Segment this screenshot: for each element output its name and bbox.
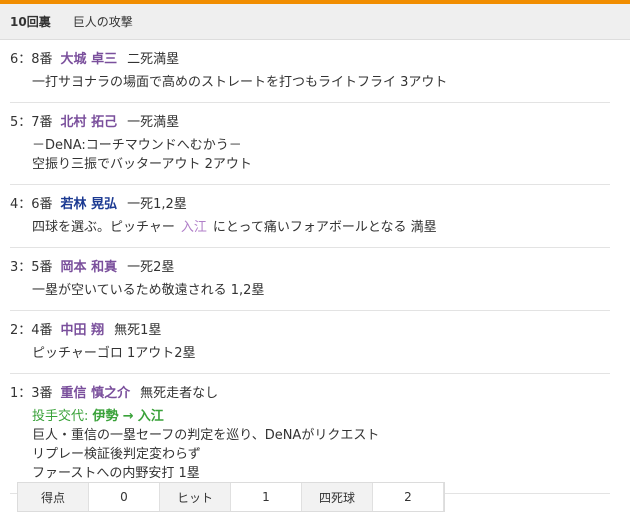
stat-value-walks: 2: [372, 483, 444, 511]
runner-status: 一死満塁: [127, 115, 180, 130]
inning-stats: 得点 0 ヒット 1 四死球 2: [17, 482, 445, 512]
batter-name-link[interactable]: 重信 慎之介: [61, 385, 131, 403]
event-list: 6：8番 大城 卓三 二死満塁 一打サヨナラの場面で高めのストレートを打つもライ…: [0, 40, 630, 494]
batter-order: 6：8番: [10, 52, 53, 67]
batter-order: 4：6番: [10, 197, 53, 212]
pitcher-change-label: 投手交代:: [32, 409, 89, 424]
batter-order: 3：5番: [10, 260, 53, 275]
batter-name-link[interactable]: 大城 卓三: [61, 51, 118, 69]
event-item: 4：6番 若林 晃弘 一死1,2塁 四球を選ぶ。ピッチャー 入江 にとって痛いフォア…: [10, 185, 610, 248]
description-pre: 四球を選ぶ。ピッチャー: [32, 220, 175, 235]
inning-label: 10回裏: [10, 15, 51, 29]
runner-status: 無死走者なし: [140, 386, 219, 401]
event-description: 四球を選ぶ。ピッチャー 入江 にとって痛いフォアボールとなる 満塁: [32, 218, 610, 237]
event-item: 3：5番 岡本 和真 一死2塁 一塁が空いているため敬遠される 1,2塁: [10, 248, 610, 311]
event-item: 1：3番 重信 慎之介 無死走者なし 投手交代: 伊勢 → 入江 巨人・重信の一…: [10, 374, 610, 494]
stat-value-hits: 1: [230, 483, 302, 511]
event-description: ファーストへの内野安打 1塁: [32, 466, 200, 481]
stat-label-walks: 四死球: [302, 483, 372, 511]
batter-order: 1：3番: [10, 386, 53, 401]
batter-name-link[interactable]: 中田 翔: [61, 322, 105, 340]
event-item: 6：8番 大城 卓三 二死満塁 一打サヨナラの場面で高めのストレートを打つもライ…: [10, 40, 610, 103]
runner-status: 一死1,2塁: [127, 197, 187, 212]
pitcher-from-link[interactable]: 伊勢: [93, 409, 119, 424]
batter-order: 5：7番: [10, 115, 53, 130]
event-description: リプレー検証後判定変わらず: [32, 447, 201, 462]
runner-status: 二死満塁: [127, 52, 180, 67]
event-description: 巨人・重信の一塁セーフの判定を巡り、DeNAがリクエスト: [32, 428, 380, 443]
stat-label-hits: ヒット: [160, 483, 230, 511]
event-description: 一塁が空いているため敬遠される 1,2塁: [32, 283, 265, 298]
event-item: 5：7番 北村 拓己 一死満塁 －DeNA:コーチマウンドへむかう－ 空振り三振…: [10, 103, 610, 185]
pitcher-to-link[interactable]: 入江: [138, 409, 164, 424]
description-post: にとって痛いフォアボールとなる 満塁: [212, 220, 437, 235]
batter-name-link[interactable]: 岡本 和真: [61, 259, 118, 277]
event-description: 空振り三振でバッターアウト 2アウト: [32, 157, 252, 172]
event-note: －DeNA:コーチマウンドへむかう－: [32, 138, 242, 153]
attack-label: 巨人の攻撃: [72, 15, 133, 29]
batter-name-link[interactable]: 若林 晃弘: [61, 196, 118, 214]
inning-panel: 10回裏 巨人の攻撃 6：8番 大城 卓三 二死満塁 一打サヨナラの場面で高めの…: [0, 0, 630, 524]
event-item: 2：4番 中田 翔 無死1塁 ピッチャーゴロ 1アウト2塁: [10, 311, 610, 374]
stat-value-runs: 0: [88, 483, 160, 511]
stat-label-runs: 得点: [18, 483, 88, 511]
inning-header: 10回裏 巨人の攻撃: [0, 4, 630, 40]
batter-name-link[interactable]: 北村 拓己: [61, 114, 118, 132]
pitcher-name-link[interactable]: 入江: [181, 220, 207, 235]
event-description: 一打サヨナラの場面で高めのストレートを打つもライトフライ 3アウト: [32, 75, 448, 90]
runner-status: 無死1塁: [114, 323, 162, 338]
pitcher-change: 投手交代: 伊勢 → 入江: [32, 407, 610, 426]
arrow-icon: →: [122, 409, 134, 424]
batter-order: 2：4番: [10, 323, 53, 338]
runner-status: 一死2塁: [127, 260, 175, 275]
event-description: ピッチャーゴロ 1アウト2塁: [32, 346, 196, 361]
